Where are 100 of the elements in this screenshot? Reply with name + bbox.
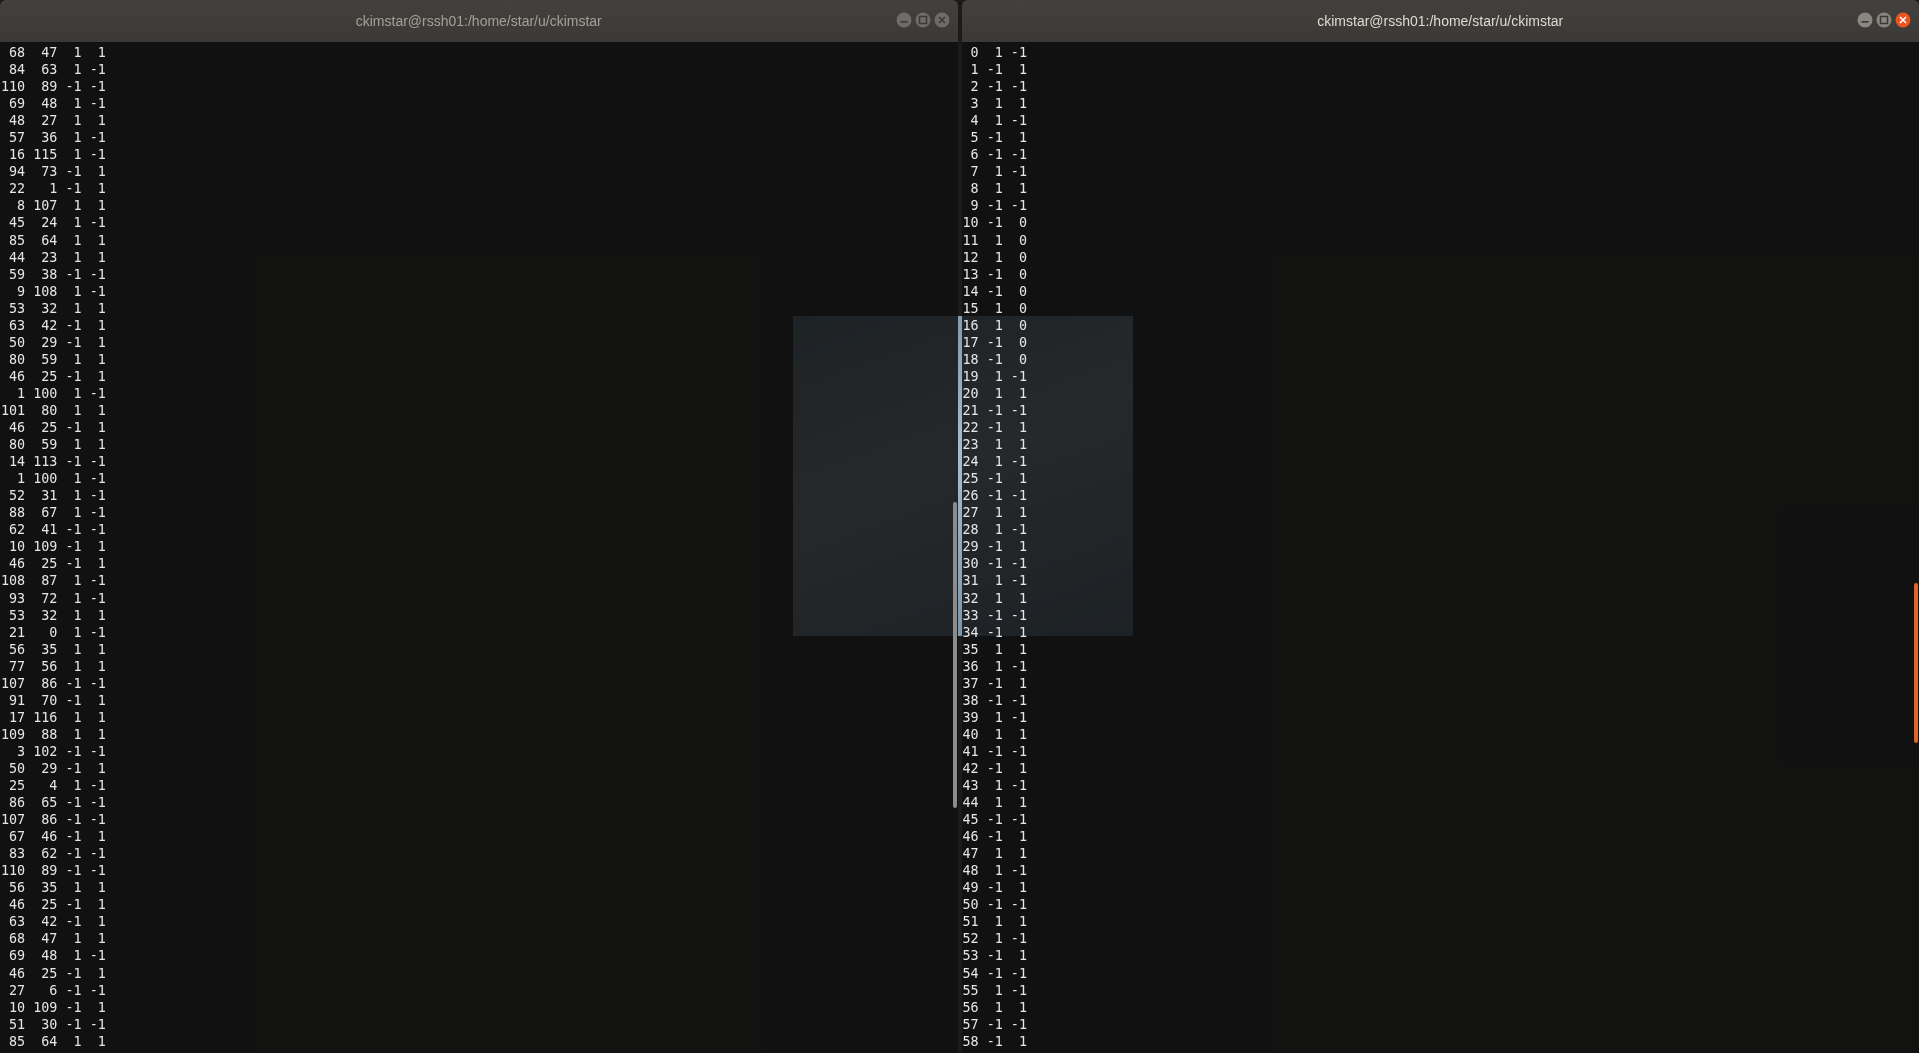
minimize-icon[interactable] <box>1857 12 1873 28</box>
terminal-line: 107 86 -1 -1 <box>1 811 106 829</box>
terminal-line: 32 1 1 <box>962 589 1027 607</box>
terminal-line: 46 25 -1 1 <box>8 896 106 914</box>
close-icon[interactable] <box>1895 12 1911 28</box>
terminal-line: 68 47 1 1 <box>8 44 106 62</box>
minimize-icon[interactable] <box>895 12 912 28</box>
terminal-line: 56 35 1 1 <box>8 879 106 897</box>
terminal-line: 15 1 0 <box>962 299 1027 317</box>
terminal-line: 69 48 1 -1 <box>8 947 106 965</box>
terminal-line: 7 1 -1 <box>969 163 1027 181</box>
window-title: ckimstar@rssh01:/home/star/u/ckimstar <box>1317 13 1564 29</box>
terminal-line: 36 1 -1 <box>962 657 1027 675</box>
terminal-line: 16 1 0 <box>962 316 1027 334</box>
terminal-line: 46 25 -1 1 <box>8 419 106 437</box>
terminal-line: 46 25 -1 1 <box>8 964 106 982</box>
terminal-line: 93 72 1 -1 <box>8 589 106 607</box>
terminal-line: 9 -1 -1 <box>969 197 1027 215</box>
terminal-line: 39 1 -1 <box>962 708 1027 726</box>
terminal-line: 47 1 1 <box>962 845 1027 863</box>
terminal-line: 88 67 1 -1 <box>8 504 106 522</box>
terminal-line: 18 -1 0 <box>962 350 1027 368</box>
terminal-line: 21 0 1 -1 <box>8 623 106 641</box>
terminal-line: 22 -1 1 <box>962 419 1027 437</box>
terminal-line: 44 1 1 <box>962 794 1027 812</box>
terminal-line: 77 56 1 1 <box>8 657 106 675</box>
terminal-line: 43 1 -1 <box>962 777 1027 795</box>
terminal-line: 8 1 1 <box>969 180 1027 198</box>
terminal-line: 10 -1 0 <box>962 214 1027 232</box>
terminal-line: 23 1 1 <box>962 436 1027 454</box>
terminal-line: 51 1 1 <box>962 913 1027 931</box>
terminal-line: 0 1 -1 <box>969 44 1027 62</box>
terminal-line: 44 23 1 1 <box>8 248 106 266</box>
terminal-line: 86 65 -1 -1 <box>8 794 106 812</box>
terminal-line: 29 -1 1 <box>962 538 1027 556</box>
maximize-icon[interactable] <box>914 12 931 28</box>
terminal-line: 48 27 1 1 <box>8 112 106 130</box>
terminal-line: 68 47 1 1 <box>8 930 106 948</box>
terminal-line: 31 1 -1 <box>962 572 1027 590</box>
terminal-line: 55 1 -1 <box>962 981 1027 999</box>
scrollbar-thumb[interactable] <box>1914 583 1918 743</box>
terminal-line: 3 102 -1 -1 <box>16 742 106 760</box>
terminal-line: 62 41 -1 -1 <box>8 521 106 539</box>
terminal-line: 5 -1 1 <box>969 129 1027 147</box>
terminal-line: 19 1 -1 <box>962 367 1027 385</box>
terminal-line: 17 116 1 1 <box>8 708 106 726</box>
terminal-line: 14 113 -1 -1 <box>8 453 106 471</box>
terminal-line: 34 -1 1 <box>962 623 1027 641</box>
terminal-line: 53 -1 1 <box>962 947 1027 965</box>
terminal-line: 14 -1 0 <box>962 282 1027 300</box>
terminal-line: 45 -1 -1 <box>962 811 1027 829</box>
terminal-line: 13 -1 0 <box>962 265 1027 283</box>
terminal-line: 94 73 -1 1 <box>8 163 106 181</box>
terminal-line: 80 59 1 1 <box>8 350 106 368</box>
terminal-line: 59 38 -1 -1 <box>8 265 106 283</box>
terminal-line: 37 -1 1 <box>962 674 1027 692</box>
terminal-line: 58 -1 1 <box>962 1032 1027 1050</box>
terminal-line: 25 -1 1 <box>962 470 1027 488</box>
terminal-line: 56 1 1 <box>962 998 1027 1016</box>
terminal-line: 24 1 -1 <box>962 453 1027 471</box>
terminal-line: 110 89 -1 -1 <box>1 862 106 880</box>
terminal-line: 9 108 1 -1 <box>16 282 106 300</box>
terminal-line: 26 -1 -1 <box>962 487 1027 505</box>
terminal-line: 80 59 1 1 <box>8 436 106 454</box>
terminal-line: 46 -1 1 <box>962 828 1027 846</box>
terminal-line: 8 107 1 1 <box>16 197 106 215</box>
terminal-line: 25 4 1 -1 <box>8 777 106 795</box>
terminal-line: 2 -1 -1 <box>969 78 1027 96</box>
terminal-line: 51 30 -1 -1 <box>8 1015 106 1033</box>
terminal-line: 85 64 1 1 <box>8 231 106 249</box>
scrollbar-thumb[interactable] <box>952 502 957 808</box>
terminal-line: 53 32 1 1 <box>8 299 106 317</box>
terminal-line: 17 -1 0 <box>962 333 1027 351</box>
terminal-line: 50 29 -1 1 <box>8 759 106 777</box>
terminal-line: 3 1 1 <box>969 95 1027 113</box>
terminal-line: 84 63 1 -1 <box>8 61 106 79</box>
terminal-line: 12 1 0 <box>962 248 1027 266</box>
terminal-line: 54 -1 -1 <box>962 964 1027 982</box>
terminal-line: 91 70 -1 1 <box>8 691 106 709</box>
terminal-line: 1 100 1 -1 <box>16 384 106 402</box>
terminal-line: 21 -1 -1 <box>962 402 1027 420</box>
terminal-line: 46 25 -1 1 <box>8 367 106 385</box>
terminal-line: 1 -1 1 <box>969 61 1027 79</box>
terminal-line: 53 32 1 1 <box>8 606 106 624</box>
terminal-line: 38 -1 -1 <box>962 691 1027 709</box>
terminal-line: 110 89 -1 -1 <box>1 78 106 96</box>
terminal-line: 48 1 -1 <box>962 862 1027 880</box>
terminal-line: 42 -1 1 <box>962 759 1027 777</box>
window-title: ckimstar@rssh01:/home/star/u/ckimstar <box>355 13 602 29</box>
terminal-line: 101 80 1 1 <box>1 402 106 420</box>
terminal-line: 56 35 1 1 <box>8 640 106 658</box>
terminal-line: 50 29 -1 1 <box>8 333 106 351</box>
terminal-line: 1 100 1 -1 <box>16 470 106 488</box>
terminal-line: 52 1 -1 <box>962 930 1027 948</box>
terminal-line: 16 115 1 -1 <box>8 146 106 164</box>
terminal-line: 28 1 -1 <box>962 521 1027 539</box>
terminal-line: 57 36 1 -1 <box>8 129 106 147</box>
terminal-line: 41 -1 -1 <box>962 742 1027 760</box>
terminal-line: 69 48 1 -1 <box>8 95 106 113</box>
terminal-line: 6 -1 -1 <box>969 146 1027 164</box>
